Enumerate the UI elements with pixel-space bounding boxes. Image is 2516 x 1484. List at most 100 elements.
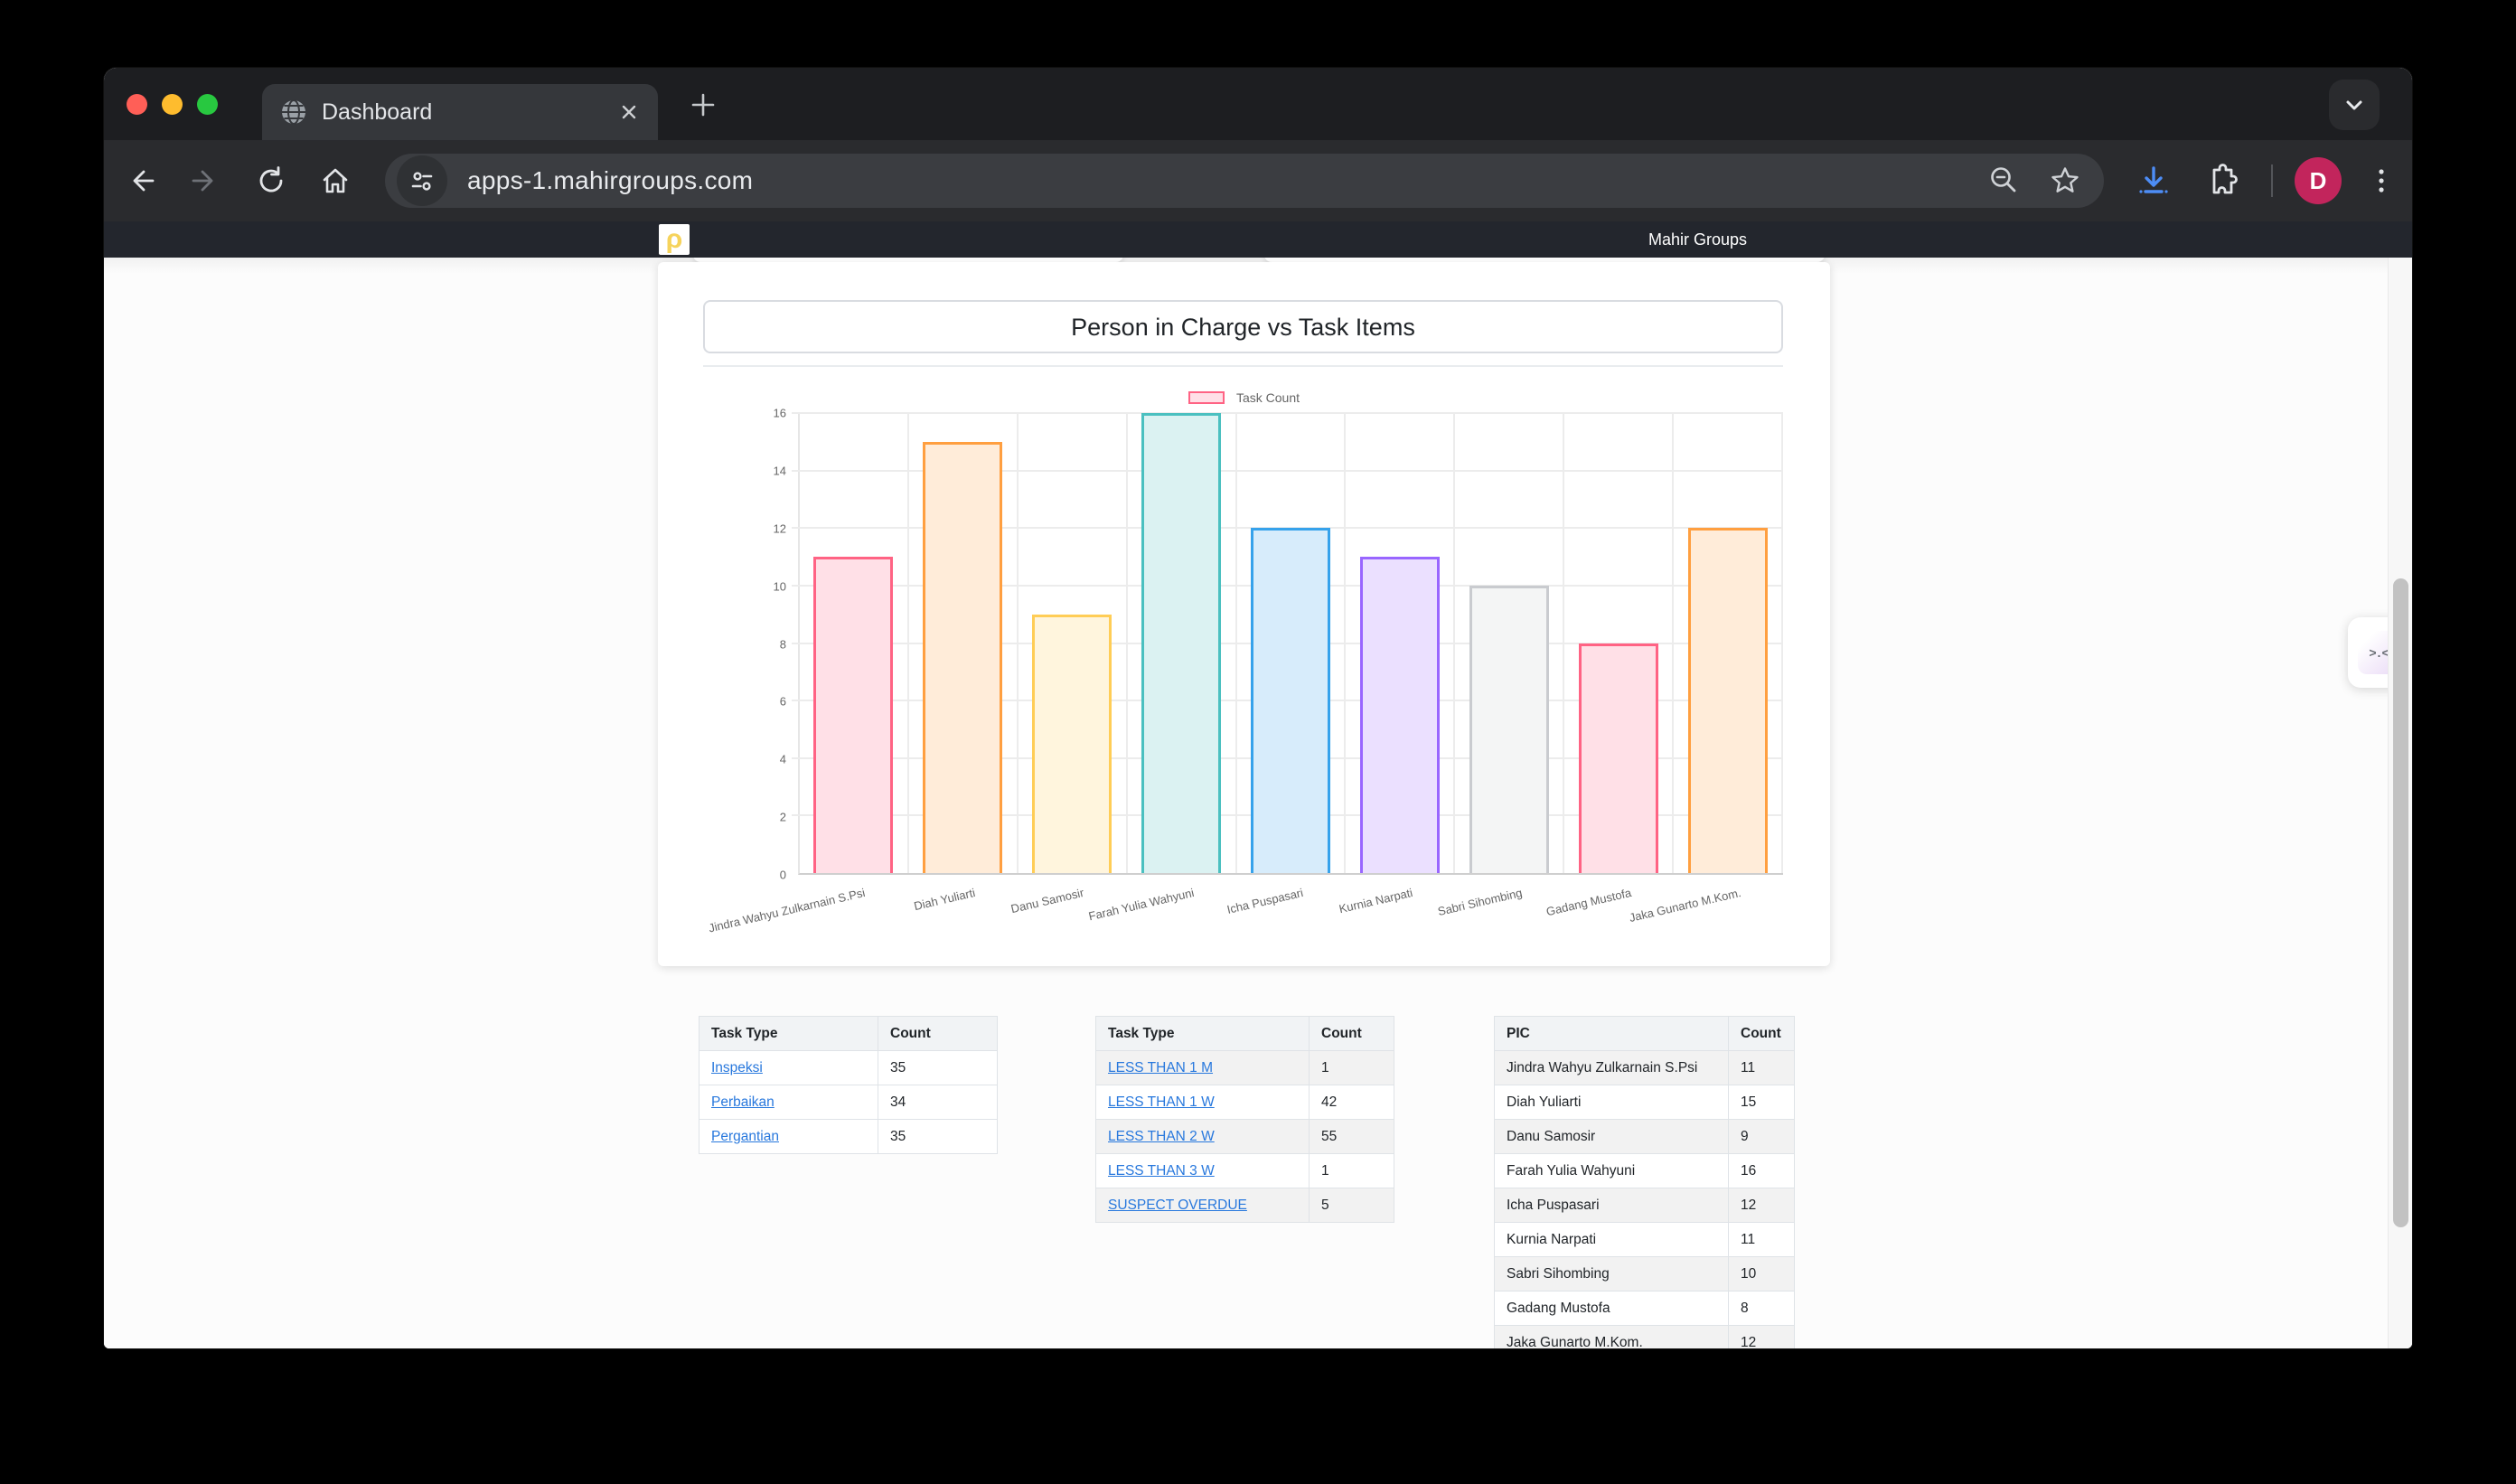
table-link[interactable]: LESS THAN 3 W — [1108, 1163, 1215, 1179]
logo-glyph: ρ — [666, 226, 683, 253]
count-cell: 11 — [1729, 1223, 1795, 1257]
chart-category-cell — [800, 413, 909, 873]
table-row: SUSPECT OVERDUE 5 — [1096, 1188, 1394, 1223]
minimize-window-button[interactable] — [162, 94, 183, 115]
label-cell: Perbaikan — [699, 1085, 878, 1120]
table-row: Perbaikan 34 — [699, 1085, 998, 1120]
back-button[interactable] — [120, 160, 162, 202]
new-tab-button[interactable] — [678, 80, 728, 130]
y-tick-label: 8 — [780, 637, 786, 651]
count-cell: 5 — [1310, 1188, 1394, 1223]
table-link[interactable]: Perbaikan — [711, 1094, 775, 1110]
kebab-menu-icon — [2365, 164, 2398, 197]
chart-legend[interactable]: Task Count — [658, 385, 1830, 410]
label-cell: LESS THAN 3 W — [1096, 1154, 1310, 1188]
table-link[interactable]: Inspeksi — [711, 1060, 763, 1075]
label-cell: Diah Yuliarti — [1495, 1085, 1729, 1120]
table-link[interactable]: Pergantian — [711, 1129, 779, 1144]
x-axis-labels: Jindra Wahyu Zulkarnain S.PsiDiah Yuliar… — [798, 875, 1783, 938]
bar-8[interactable] — [1579, 643, 1658, 874]
label-cell: Pergantian — [699, 1120, 878, 1154]
url-bar[interactable]: apps-1.mahirgroups.com — [385, 154, 2104, 208]
browser-window: Dashboard — [104, 68, 2412, 1348]
close-window-button[interactable] — [127, 94, 147, 115]
table-link[interactable]: LESS THAN 2 W — [1108, 1129, 1215, 1144]
bar-2[interactable] — [923, 442, 1002, 873]
table-row: Sabri Sihombing10 — [1495, 1257, 1795, 1291]
table-link[interactable]: LESS THAN 1 M — [1108, 1060, 1213, 1075]
chart-category-cell — [909, 413, 1019, 873]
forward-button[interactable] — [184, 160, 226, 202]
legend-swatch — [1188, 391, 1225, 404]
browser-toolbar: apps-1.mahirgroups.com — [104, 140, 2412, 221]
x-tick-label: Farah Yulia Wahyuni — [1087, 886, 1196, 923]
label-cell: Sabri Sihombing — [1495, 1257, 1729, 1291]
bookmark-star-icon[interactable] — [2048, 164, 2082, 198]
reload-button[interactable] — [250, 160, 292, 202]
browser-menu-button[interactable] — [2360, 159, 2403, 202]
puzzle-icon — [2202, 163, 2238, 199]
globe-favicon-icon — [280, 99, 307, 126]
count-cell: 12 — [1729, 1326, 1795, 1349]
table-row: Gadang Mustofa8 — [1495, 1291, 1795, 1326]
label-cell: LESS THAN 2 W — [1096, 1120, 1310, 1154]
tune-icon — [408, 167, 436, 194]
downloads-button[interactable] — [2132, 159, 2175, 202]
chart-card: Person in Charge vs Task Items Task Coun… — [658, 262, 1830, 966]
table-link[interactable]: SUSPECT OVERDUE — [1108, 1198, 1247, 1213]
bar-3[interactable] — [1032, 615, 1112, 873]
column-header: Count — [878, 1017, 998, 1051]
task-deadline-table: Task TypeCountLESS THAN 1 M1LESS THAN 1 … — [1095, 1016, 1394, 1223]
toolbar-divider — [2271, 164, 2273, 197]
bar-chart-plot — [798, 413, 1783, 875]
bar-4[interactable] — [1141, 413, 1221, 873]
task-type-summary: Task TypeCountInspeksi35Perbaikan34Perga… — [699, 1016, 998, 1154]
bar-7[interactable] — [1469, 586, 1549, 873]
label-cell: Farah Yulia Wahyuni — [1495, 1154, 1729, 1188]
column-header: Count — [1729, 1017, 1795, 1051]
count-cell: 11 — [1729, 1051, 1795, 1085]
column-header: Task Type — [1096, 1017, 1310, 1051]
scrollbar-track[interactable] — [2388, 258, 2412, 1348]
zoom-window-button[interactable] — [197, 94, 218, 115]
label-cell: Danu Samosir — [1495, 1120, 1729, 1154]
extensions-button[interactable] — [2198, 159, 2241, 202]
y-tick-label: 10 — [774, 579, 786, 593]
y-tick-label: 16 — [774, 407, 786, 420]
download-icon — [2135, 162, 2173, 200]
scrollbar-thumb[interactable] — [2393, 578, 2408, 1227]
count-cell: 16 — [1729, 1154, 1795, 1188]
chart-category-cell — [1564, 413, 1674, 873]
count-cell: 35 — [878, 1120, 998, 1154]
site-settings-button[interactable] — [397, 155, 447, 206]
bar-5[interactable] — [1251, 528, 1330, 873]
brand-name: Mahir Groups — [1648, 221, 1747, 258]
bar-9[interactable] — [1688, 528, 1768, 873]
y-tick-label: 4 — [780, 753, 786, 766]
home-button[interactable] — [314, 160, 356, 202]
bar-6[interactable] — [1360, 557, 1440, 873]
table-row: Jaka Gunarto M.Kom.12 — [1495, 1326, 1795, 1349]
label-cell: Icha Puspasari — [1495, 1188, 1729, 1223]
legend-label: Task Count — [1236, 390, 1300, 405]
profile-avatar[interactable]: D — [2295, 157, 2342, 204]
column-header: PIC — [1495, 1017, 1729, 1051]
table-row: LESS THAN 1 W42 — [1096, 1085, 1394, 1120]
table-row: Diah Yuliarti15 — [1495, 1085, 1795, 1120]
bar-1[interactable] — [813, 557, 893, 873]
count-cell: 34 — [878, 1085, 998, 1120]
pic-summary: PICCountJindra Wahyu Zulkarnain S.Psi11D… — [1494, 1016, 1795, 1348]
x-tick-label: Diah Yuliarti — [912, 886, 976, 913]
table-link[interactable]: LESS THAN 1 W — [1108, 1094, 1215, 1110]
zoom-out-indicator-icon[interactable] — [1986, 164, 2021, 198]
url-text[interactable]: apps-1.mahirgroups.com — [467, 166, 753, 195]
tab-close-icon[interactable] — [615, 98, 643, 127]
x-tick-label: Kurnia Narpati — [1338, 886, 1413, 916]
chart-category-cell — [1346, 413, 1455, 873]
browser-tab-dashboard[interactable]: Dashboard — [262, 84, 658, 140]
chevron-down-icon — [2342, 92, 2367, 117]
label-cell: SUSPECT OVERDUE — [1096, 1188, 1310, 1223]
site-logo[interactable]: ρ — [659, 224, 690, 255]
table-row: Pergantian 35 — [699, 1120, 998, 1154]
tab-search-button[interactable] — [2329, 80, 2380, 130]
